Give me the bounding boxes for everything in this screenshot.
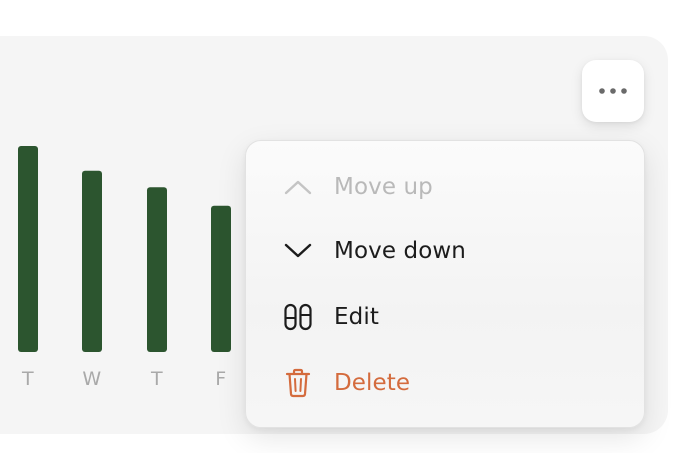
context-menu: Move up Move down Edit Delete [245,140,645,428]
bar-2 [147,187,167,352]
stage: T W T F Move up Move down Edit Delete [0,0,696,453]
trash-icon [282,367,314,399]
menu-item-label: Delete [334,370,411,396]
menu-item-move-down[interactable]: Move down [246,219,644,283]
menu-item-label: Edit [334,304,379,330]
bar-1 [82,170,102,352]
chevron-down-icon [282,235,314,267]
more-horizontal-icon [599,88,627,94]
menu-item-label: Move down [334,238,466,264]
edit-pills-icon [282,301,314,333]
menu-item-label: Move up [334,174,433,200]
menu-item-edit[interactable]: Edit [246,285,644,349]
menu-item-delete[interactable]: Delete [246,351,644,415]
menu-item-move-up[interactable]: Move up [246,155,644,219]
bar-3 [211,205,231,352]
x-tick-label: T [150,368,164,390]
x-tick-label: T [21,368,35,390]
x-tick-label: F [215,368,227,390]
more-options-button[interactable] [582,60,644,122]
x-tick-label: W [82,368,102,390]
bar-0 [18,146,38,352]
chevron-up-icon [282,171,314,203]
